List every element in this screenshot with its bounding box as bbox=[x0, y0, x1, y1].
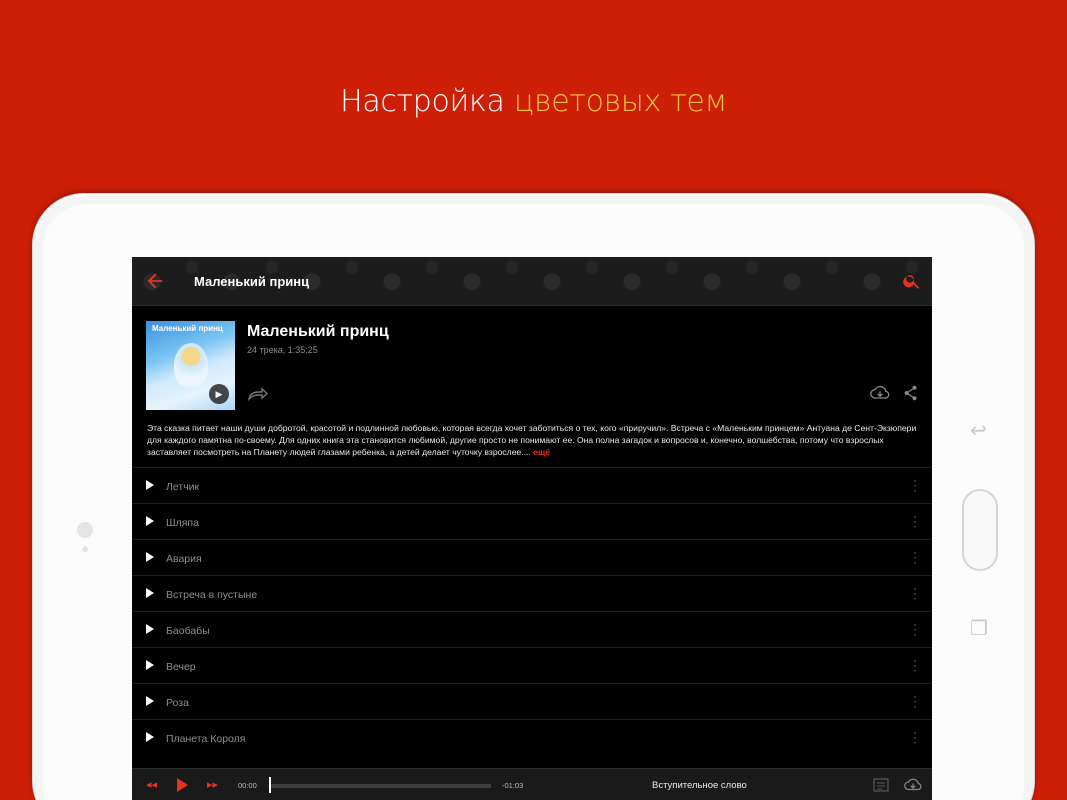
play-icon[interactable] bbox=[146, 588, 154, 598]
book-title: Маленький принц bbox=[247, 323, 389, 340]
track-name: Летчик bbox=[166, 481, 200, 493]
track-row[interactable]: Авария · · · bbox=[132, 539, 932, 575]
book-meta: 24 трека, 1:35:25 bbox=[247, 345, 318, 355]
track-row[interactable]: Баобабы · · · bbox=[132, 611, 932, 647]
app-bar: Маленький принц bbox=[132, 257, 932, 306]
more-vert-icon[interactable]: · · · bbox=[912, 726, 918, 748]
track-row[interactable]: Вечер · · · bbox=[132, 647, 932, 683]
playlist-icon[interactable] bbox=[872, 777, 890, 793]
track-name: Баобабы bbox=[166, 625, 210, 637]
app-screen: Маленький принц Маленький принц ▶ Малень… bbox=[132, 257, 932, 800]
rewind-icon[interactable]: ◂◂ bbox=[146, 778, 157, 791]
remaining-time: -01:03 bbox=[502, 781, 524, 790]
share-icon[interactable] bbox=[904, 385, 918, 401]
tablet-camera bbox=[77, 522, 93, 538]
promo-title: Настройка цветовых тем bbox=[0, 84, 1067, 119]
track-row[interactable]: Роза · · · bbox=[132, 683, 932, 719]
description-text: Эта сказка питает наши души добротой, кр… bbox=[147, 423, 917, 457]
cloud-download-icon[interactable] bbox=[870, 384, 890, 402]
cover-illustration bbox=[174, 343, 208, 387]
track-name: Встреча в пустыне bbox=[166, 589, 258, 601]
book-cover[interactable]: Маленький принц ▶ bbox=[146, 321, 235, 410]
tablet-sensor bbox=[82, 546, 88, 552]
more-vert-icon[interactable]: · · · bbox=[912, 582, 918, 604]
track-name: Шляпа bbox=[166, 517, 199, 529]
track-name: Авария bbox=[166, 553, 202, 565]
elapsed-time: 00:00 bbox=[238, 781, 257, 790]
track-row[interactable]: Шляпа · · · bbox=[132, 503, 932, 539]
tablet-recents-icon: ❐ bbox=[970, 618, 988, 640]
promo-title-plain: Настройка bbox=[340, 84, 514, 119]
play-icon[interactable] bbox=[146, 696, 154, 706]
now-playing-title: Вступительное слово bbox=[652, 780, 747, 791]
more-vert-icon[interactable]: · · · bbox=[912, 546, 918, 568]
play-icon[interactable]: ▶ bbox=[209, 384, 229, 404]
more-vert-icon[interactable]: · · · bbox=[912, 654, 918, 676]
track-name: Роза bbox=[166, 697, 189, 709]
track-name: Планета Короля bbox=[166, 733, 246, 745]
play-icon[interactable] bbox=[146, 516, 154, 526]
play-icon[interactable] bbox=[146, 552, 154, 562]
more-vert-icon[interactable]: · · · bbox=[912, 474, 918, 496]
arrow-left-icon[interactable] bbox=[144, 270, 166, 292]
book-description: Эта сказка питает наши души добротой, кр… bbox=[147, 422, 917, 458]
fast-forward-icon[interactable]: ▸▸ bbox=[207, 778, 218, 791]
progress-bar[interactable] bbox=[271, 784, 491, 788]
track-list: Летчик · · · Шляпа · · · Авария · · · Встреча в п… bbox=[132, 467, 932, 755]
more-vert-icon[interactable]: · · · bbox=[912, 618, 918, 640]
play-icon[interactable] bbox=[146, 660, 154, 670]
redirect-icon[interactable] bbox=[247, 387, 269, 401]
tablet-back-icon: ↩ bbox=[970, 420, 987, 442]
search-icon[interactable] bbox=[902, 271, 922, 291]
play-icon[interactable] bbox=[146, 624, 154, 634]
cloud-download-icon[interactable] bbox=[904, 777, 922, 793]
app-bar-title: Маленький принц bbox=[194, 274, 310, 289]
more-vert-icon[interactable]: · · · bbox=[912, 690, 918, 712]
cover-title: Маленький принц bbox=[152, 324, 223, 333]
more-vert-icon[interactable]: · · · bbox=[912, 510, 918, 532]
tablet-home-button bbox=[962, 489, 998, 571]
play-icon[interactable] bbox=[146, 732, 154, 742]
progress-thumb[interactable] bbox=[269, 777, 271, 793]
track-row[interactable]: Планета Короля · · · bbox=[132, 719, 932, 755]
track-name: Вечер bbox=[166, 661, 196, 673]
promo-title-accent: цветовых тем bbox=[513, 84, 727, 119]
play-icon[interactable] bbox=[146, 480, 154, 490]
track-row[interactable]: Летчик · · · bbox=[132, 467, 932, 503]
more-link[interactable]: ещё bbox=[533, 447, 550, 457]
mini-player: ◂◂ ▸▸ 00:00 -01:03 Вступительное слово bbox=[132, 768, 932, 800]
track-row[interactable]: Встреча в пустыне · · · bbox=[132, 575, 932, 611]
play-icon[interactable] bbox=[177, 778, 188, 792]
